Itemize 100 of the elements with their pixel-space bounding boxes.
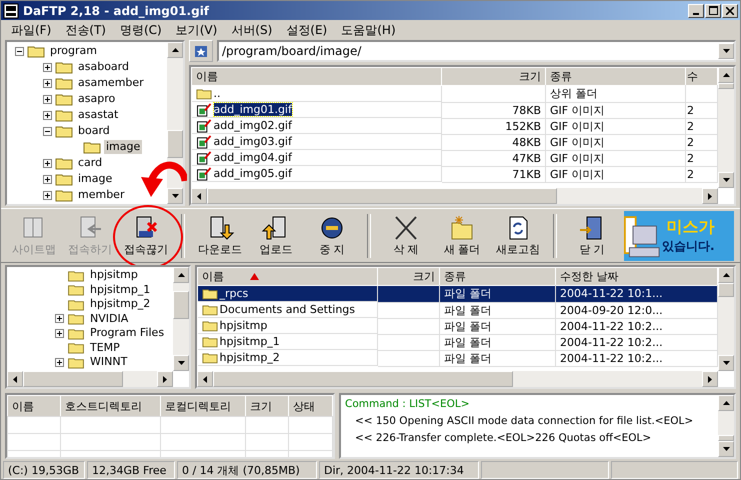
menu-item[interactable]: 명령(C)	[120, 22, 162, 38]
expand-icon[interactable]	[55, 328, 64, 338]
up-arrow-icon[interactable]	[178, 273, 184, 277]
tree-item[interactable]: member	[76, 188, 126, 202]
file-row[interactable]: hpjsitmp_2 파일 폴더 2004-11-22 10:2...	[198, 350, 718, 366]
file-name[interactable]: ..	[214, 87, 220, 100]
down-arrow-icon[interactable]	[172, 194, 178, 198]
collapse-icon[interactable]	[43, 126, 52, 136]
maximize-button[interactable]	[705, 4, 721, 18]
right-arrow-icon[interactable]	[163, 376, 167, 382]
toolbar-button[interactable]: 접속끊기	[119, 212, 173, 258]
expand-icon[interactable]	[43, 190, 52, 200]
scrollbar[interactable]	[718, 67, 734, 188]
minimize-button[interactable]	[688, 4, 704, 18]
file-name[interactable]: add_img01.gif	[214, 103, 292, 116]
horizontal-scrollbar[interactable]	[191, 188, 718, 204]
toolbar-button[interactable]: 닫 기	[565, 212, 619, 258]
column-header[interactable]: 크기	[442, 68, 546, 86]
tree-item[interactable]: hpjsitmp	[88, 268, 140, 282]
tree-item[interactable]: board	[76, 124, 112, 138]
tree-item[interactable]: image	[76, 172, 114, 186]
expand-icon[interactable]	[43, 158, 52, 168]
path-dropdown[interactable]: /program/board/image/	[217, 40, 736, 62]
column-header[interactable]: 로컬디렉토리	[160, 396, 246, 416]
tree-item[interactable]: Program Files	[88, 326, 166, 340]
down-arrow-icon[interactable]	[178, 361, 184, 365]
scrollbar[interactable]	[718, 267, 734, 371]
column-header[interactable]: 종류	[440, 268, 556, 286]
down-arrow-icon[interactable]	[722, 447, 730, 451]
column-header[interactable]: 상태	[288, 396, 332, 416]
toolbar-button[interactable]: 다운로드	[193, 212, 247, 258]
tree-item[interactable]: WINNT	[88, 355, 130, 370]
column-header[interactable]: 이름	[8, 396, 60, 416]
scrollbar[interactable]	[718, 395, 734, 457]
menu-item[interactable]: 도움말(H)	[341, 22, 396, 38]
up-arrow-icon[interactable]	[722, 401, 730, 405]
column-header[interactable]: 이름	[192, 68, 442, 86]
tree-item[interactable]: TEMP	[88, 340, 122, 355]
menu-item[interactable]: 파일(F)	[11, 22, 52, 38]
column-header[interactable]: 수	[686, 68, 718, 86]
expand-icon[interactable]	[43, 62, 52, 72]
down-arrow-icon[interactable]	[722, 361, 730, 365]
banner-ad[interactable]: 미스가 있습니다.	[624, 210, 734, 260]
up-arrow-icon[interactable]	[722, 273, 730, 277]
expand-icon[interactable]	[55, 358, 64, 367]
scrollbar-thumb[interactable]	[718, 283, 734, 297]
file-name[interactable]: add_img02.gif	[214, 119, 292, 132]
tree-item[interactable]: asapro	[76, 92, 118, 106]
menu-item[interactable]: 보기(V)	[176, 22, 218, 38]
column-header[interactable]: 호스트디렉토리	[60, 396, 160, 416]
toolbar-button[interactable]: 업로드	[249, 212, 303, 258]
tree-item[interactable]: asastat	[76, 108, 120, 122]
file-row[interactable]: _rpcs 파일 폴더 2004-11-22 10:1...	[198, 286, 718, 302]
column-header[interactable]: 크기	[246, 396, 288, 416]
favorites-button[interactable]	[189, 40, 213, 62]
tree-item[interactable]: image	[104, 140, 142, 154]
left-arrow-icon[interactable]	[197, 192, 201, 200]
close-button[interactable]	[722, 4, 738, 18]
expand-icon[interactable]	[55, 314, 64, 324]
tree-item[interactable]: card	[76, 156, 104, 170]
toolbar-button[interactable]: 삭 제	[379, 212, 433, 258]
tree-item[interactable]: hpjsitmp_1	[88, 282, 152, 297]
column-header[interactable]: 크기	[378, 268, 440, 286]
column-header[interactable]: 수정한 날짜	[556, 268, 718, 286]
tree-item[interactable]: asamember	[76, 76, 146, 90]
scrollbar-thumb[interactable]	[167, 130, 183, 158]
down-arrow-icon[interactable]	[722, 49, 730, 53]
file-row[interactable]: hpjsitmp_1 파일 폴더 2004-11-22 10:2...	[198, 334, 718, 350]
right-arrow-icon[interactable]	[708, 192, 712, 200]
scrollbar[interactable]	[173, 267, 189, 371]
tree-item[interactable]: NVIDIA	[88, 312, 130, 326]
up-arrow-icon[interactable]	[172, 48, 178, 52]
file-row[interactable]: Documents and Settings 파일 폴더 2004-09-20 12:0...	[198, 302, 718, 318]
menu-item[interactable]: 전송(T)	[65, 22, 106, 38]
column-header[interactable]: 이름	[198, 268, 378, 286]
tree-item[interactable]: asaboard	[76, 60, 131, 74]
file-name[interactable]: add_img03.gif	[214, 135, 292, 148]
scrollbar-thumb[interactable]	[718, 435, 734, 441]
toolbar-button[interactable]: 새 폴더	[435, 212, 489, 258]
file-name[interactable]: add_img04.gif	[214, 151, 292, 164]
expand-icon[interactable]	[43, 174, 52, 184]
toolbar-button[interactable]: 새로고침	[491, 212, 545, 258]
menu-item[interactable]: 서버(S)	[231, 22, 272, 38]
scrollbar[interactable]	[167, 42, 183, 204]
expand-icon[interactable]	[43, 94, 52, 104]
horizontal-scrollbar[interactable]	[7, 371, 173, 387]
expand-icon[interactable]	[43, 110, 52, 120]
left-arrow-icon[interactable]	[203, 376, 207, 382]
tree-item[interactable]: hpjsitmp_2	[88, 297, 152, 312]
up-arrow-icon[interactable]	[722, 73, 730, 77]
column-header[interactable]: 종류	[546, 68, 686, 86]
scrollbar-thumb[interactable]	[718, 83, 734, 89]
menu-item[interactable]: 설정(E)	[286, 22, 328, 38]
collapse-icon[interactable]	[15, 46, 24, 56]
horizontal-scrollbar[interactable]	[197, 371, 718, 387]
down-arrow-icon[interactable]	[722, 178, 730, 182]
right-arrow-icon[interactable]	[708, 376, 712, 382]
left-arrow-icon[interactable]	[13, 376, 17, 382]
file-row[interactable]: hpjsitmp 파일 폴더 2004-11-22 10:2...	[198, 318, 718, 334]
toolbar-button[interactable]: 중 지	[305, 212, 359, 258]
